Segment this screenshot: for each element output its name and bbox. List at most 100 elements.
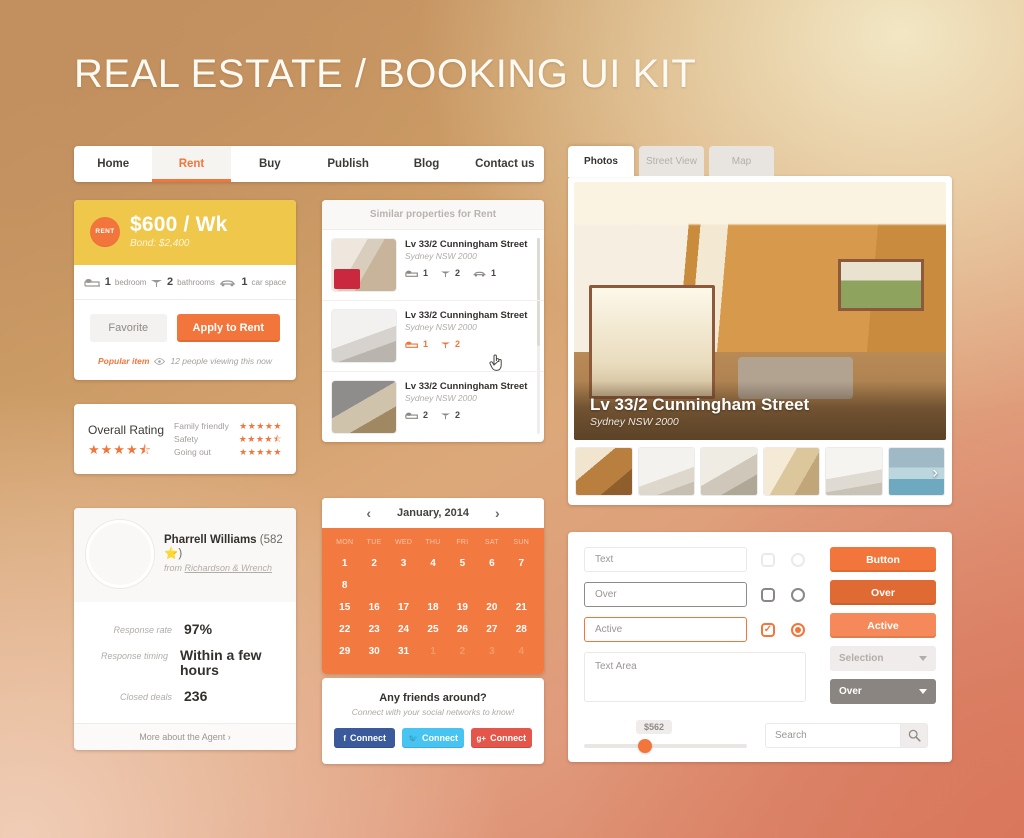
text-input-active[interactable]: Active <box>584 617 747 642</box>
nav-item-buy[interactable]: Buy <box>231 146 309 182</box>
calendar-day[interactable]: 17 <box>389 596 418 618</box>
slider-knob[interactable] <box>638 739 652 753</box>
tab-street-view[interactable]: Street View <box>639 146 704 176</box>
gallery-thumbnail[interactable] <box>576 448 632 495</box>
calendar-day[interactable]: 31 <box>389 640 418 662</box>
calendar-day[interactable]: 23 <box>359 618 388 640</box>
calendar-day[interactable]: 8 <box>330 574 359 596</box>
more-about-agent-link[interactable]: More about the Agent › <box>74 722 296 750</box>
price-slider[interactable]: $562 <box>584 720 747 753</box>
gallery-thumbnail[interactable] <box>826 448 882 495</box>
calendar-day[interactable]: 15 <box>330 596 359 618</box>
nav-item-blog[interactable]: Blog <box>387 146 465 182</box>
calendar-day[interactable]: 7 <box>507 552 536 574</box>
spec-bedroom: 1 <box>405 268 428 278</box>
search-input[interactable]: Search <box>765 723 900 748</box>
agent-agency-link[interactable]: Richardson & Wrench <box>185 563 273 573</box>
gallery-thumbnail[interactable] <box>701 448 757 495</box>
text-input-default[interactable]: Text <box>584 547 747 572</box>
calendar-day[interactable]: 26 <box>448 618 477 640</box>
calendar-day[interactable]: 3 <box>389 552 418 574</box>
tab-map[interactable]: Map <box>709 146 774 176</box>
calendar-day[interactable]: 19 <box>448 596 477 618</box>
gallery-next-icon[interactable]: › <box>932 463 938 480</box>
select-over[interactable]: Over <box>830 679 936 704</box>
list-item[interactable]: Lv 33/2 Cunningham Street Sydney NSW 200… <box>322 301 544 372</box>
apply-to-rent-button[interactable]: Apply to Rent <box>176 314 280 343</box>
tab-photos[interactable]: Photos <box>568 146 634 177</box>
slider-track[interactable] <box>584 739 747 753</box>
chevron-down-icon <box>919 656 927 661</box>
calendar-day[interactable]: 24 <box>389 618 418 640</box>
calendar-day[interactable]: 3 <box>477 640 506 662</box>
facebook-connect-label: Connect <box>350 733 386 743</box>
button-over[interactable]: Over <box>830 580 936 605</box>
calendar-dow: SAT <box>484 539 499 546</box>
text-area[interactable]: Text Area <box>584 652 806 702</box>
checkbox-over[interactable] <box>761 587 775 602</box>
spec-count: 1 <box>423 268 429 278</box>
calendar-day[interactable]: 28 <box>507 618 536 640</box>
calendar-day[interactable]: 5 <box>448 552 477 574</box>
calendar-day[interactable]: 25 <box>418 618 447 640</box>
calendar-day: 14 <box>507 574 536 596</box>
calendar-day[interactable]: 1 <box>330 552 359 574</box>
list-item[interactable]: Lv 33/2 Cunningham Street Sydney NSW 200… <box>322 372 544 442</box>
hero-image[interactable]: Lv 33/2 Cunningham Street Sydney NSW 200… <box>574 182 946 440</box>
calendar-day[interactable]: 16 <box>359 596 388 618</box>
bed-icon <box>405 270 419 277</box>
property-specs: 2 2 <box>405 410 534 420</box>
gallery-thumbnail[interactable] <box>763 448 819 495</box>
calendar-next-button[interactable]: › <box>495 506 500 520</box>
nav-item-home[interactable]: Home <box>74 146 152 182</box>
calendar-day[interactable]: 2 <box>448 640 477 662</box>
button-active[interactable]: Active <box>830 613 936 638</box>
twitter-connect-button[interactable]: 🐦 Connect <box>402 728 464 748</box>
select-default[interactable]: Selection <box>830 646 936 671</box>
bed-icon <box>405 341 419 348</box>
radio-selected[interactable] <box>791 622 805 637</box>
button-default[interactable]: Button <box>830 547 936 572</box>
facebook-connect-button[interactable]: f Connect <box>334 728 396 748</box>
hand-cursor-icon <box>489 354 502 371</box>
calendar-day[interactable]: 4 <box>507 640 536 662</box>
calendar-day[interactable]: 2 <box>359 552 388 574</box>
price-card-actions: Favorite Apply to Rent <box>74 300 296 352</box>
radio-default[interactable] <box>791 552 805 567</box>
overall-rating-stars: ★★★★⯪ <box>88 441 152 457</box>
radio-over[interactable] <box>791 587 805 602</box>
page-title: REAL ESTATE / BOOKING UI KIT <box>74 52 697 96</box>
gallery-thumbnail[interactable]: › <box>888 448 944 495</box>
calendar-day[interactable]: 18 <box>418 596 447 618</box>
list-item[interactable]: Lv 33/2 Cunningham Street Sydney NSW 200… <box>322 230 544 301</box>
calendar-day[interactable]: 22 <box>330 618 359 640</box>
calendar-day[interactable]: 20 <box>477 596 506 618</box>
gallery-thumbnail[interactable] <box>638 448 694 495</box>
calendar-day[interactable]: 30 <box>359 640 388 662</box>
google-plus-connect-button[interactable]: g+ Connect <box>470 728 532 748</box>
favorite-button[interactable]: Favorite <box>90 314 167 343</box>
calendar-day[interactable]: 4 <box>418 552 447 574</box>
google-plus-connect-label: Connect <box>490 733 527 743</box>
eye-icon <box>154 357 166 365</box>
checkbox-checked[interactable]: ✓ <box>761 622 775 637</box>
nav-item-contact-us[interactable]: Contact us <box>466 146 544 182</box>
calendar-day[interactable]: 21 <box>507 596 536 618</box>
text-input-over[interactable]: Over <box>584 582 747 607</box>
search-button[interactable] <box>900 723 928 748</box>
calendar-header: ‹ January, 2014 › <box>322 498 544 528</box>
calendar-day[interactable]: 6 <box>477 552 506 574</box>
spec-bedroom: 1 <box>405 339 428 349</box>
checkbox-default[interactable] <box>761 552 775 567</box>
similar-properties-list[interactable]: Lv 33/2 Cunningham Street Sydney NSW 200… <box>322 230 544 442</box>
nav-item-rent[interactable]: Rent <box>152 146 231 182</box>
agent-stat-row: Response rate 97% <box>86 621 284 638</box>
calendar-prev-button[interactable]: ‹ <box>366 506 371 520</box>
bed-icon <box>84 278 100 287</box>
calendar-day[interactable]: 27 <box>477 618 506 640</box>
calendar-day[interactable]: 29 <box>330 640 359 662</box>
nav-item-publish[interactable]: Publish <box>309 146 387 182</box>
spec-count: 2 <box>455 268 461 278</box>
calendar-day[interactable]: 1 <box>418 640 447 662</box>
social-buttons: f Connect 🐦 Connect g+ Connect <box>334 728 532 748</box>
